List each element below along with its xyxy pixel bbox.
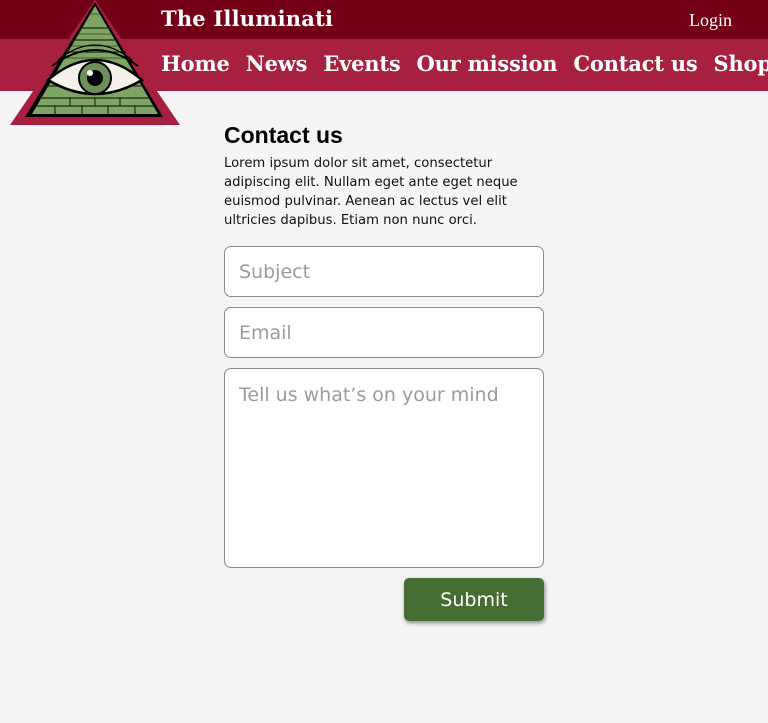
email-input[interactable] [224, 307, 544, 358]
nav-item-events[interactable]: Events [323, 51, 400, 76]
contact-section: Contact us Lorem ipsum dolor sit amet, c… [224, 120, 544, 230]
page-title: Contact us [224, 122, 343, 148]
message-textarea[interactable] [224, 368, 544, 568]
nav-item-shop[interactable]: Shop [714, 51, 768, 76]
subject-input[interactable] [224, 246, 544, 297]
nav-item-our-mission[interactable]: Our mission [416, 51, 557, 76]
site-title[interactable]: The Illuminati [161, 6, 333, 31]
submit-button[interactable]: Submit [404, 578, 544, 621]
nav-item-news[interactable]: News [246, 51, 308, 76]
nav-item-contact-us[interactable]: Contact us [573, 51, 697, 76]
main-nav: Home News Events Our mission Contact us … [161, 51, 768, 76]
login-link[interactable]: Login [689, 10, 732, 31]
all-seeing-eye-pyramid-icon[interactable] [10, 0, 180, 126]
intro-text: Lorem ipsum dolor sit amet, consectetur … [224, 156, 518, 228]
